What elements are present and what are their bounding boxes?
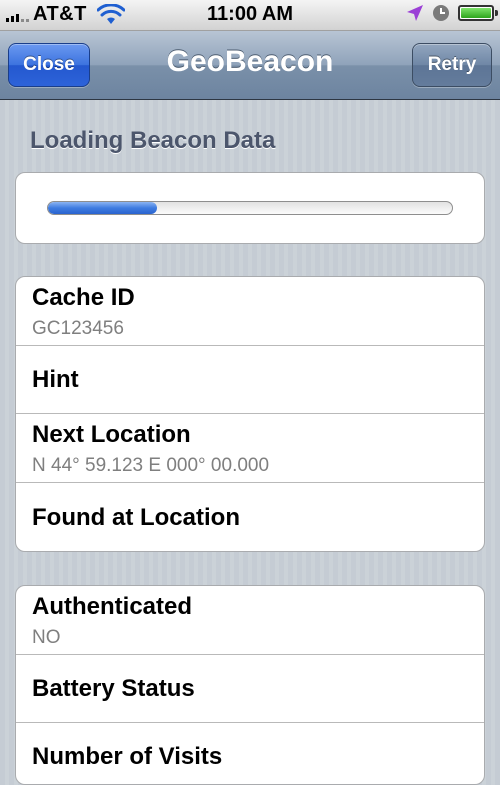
status-bar: AT&T 11:00 AM <box>0 0 500 31</box>
section-header: Loading Beacon Data <box>30 127 276 154</box>
beacon-status-group: Authenticated NO Battery Status Number o… <box>15 585 485 785</box>
cell-hint[interactable]: Hint <box>16 346 484 414</box>
cell-number-of-visits[interactable]: Number of Visits <box>16 723 484 784</box>
cell-subtitle: NO <box>32 627 61 648</box>
cell-title: Battery Status <box>32 675 195 702</box>
location-arrow-icon <box>407 5 423 21</box>
progress-bar <box>47 201 453 215</box>
cell-title: Cache ID <box>32 284 135 311</box>
progress-bar-fill <box>48 202 158 214</box>
clock-icon <box>433 5 449 21</box>
cell-battery-status[interactable]: Battery Status <box>16 655 484 723</box>
cell-title: Found at Location <box>32 504 240 531</box>
battery-icon <box>458 5 498 21</box>
navigation-bar: Close GeoBeacon Retry <box>0 31 500 100</box>
beacon-info-group: Cache ID GC123456 Hint Next Location N 4… <box>15 276 485 552</box>
cell-subtitle: N 44° 59.123 E 000° 00.000 <box>32 455 270 476</box>
cell-title: Number of Visits <box>32 743 223 770</box>
cell-authenticated[interactable]: Authenticated NO <box>16 586 484 655</box>
cell-title: Next Location <box>32 421 191 448</box>
cell-subtitle: GC123456 <box>32 318 124 339</box>
retry-button[interactable]: Retry <box>412 43 492 87</box>
progress-group <box>15 172 485 244</box>
cell-title: Hint <box>32 366 79 393</box>
status-bar-right <box>406 4 498 22</box>
cell-next-location[interactable]: Next Location N 44° 59.123 E 000° 00.000 <box>16 414 484 483</box>
cell-title: Authenticated <box>32 593 193 620</box>
cell-cache-id[interactable]: Cache ID GC123456 <box>16 277 484 346</box>
cell-found-at-location[interactable]: Found at Location <box>16 483 484 551</box>
